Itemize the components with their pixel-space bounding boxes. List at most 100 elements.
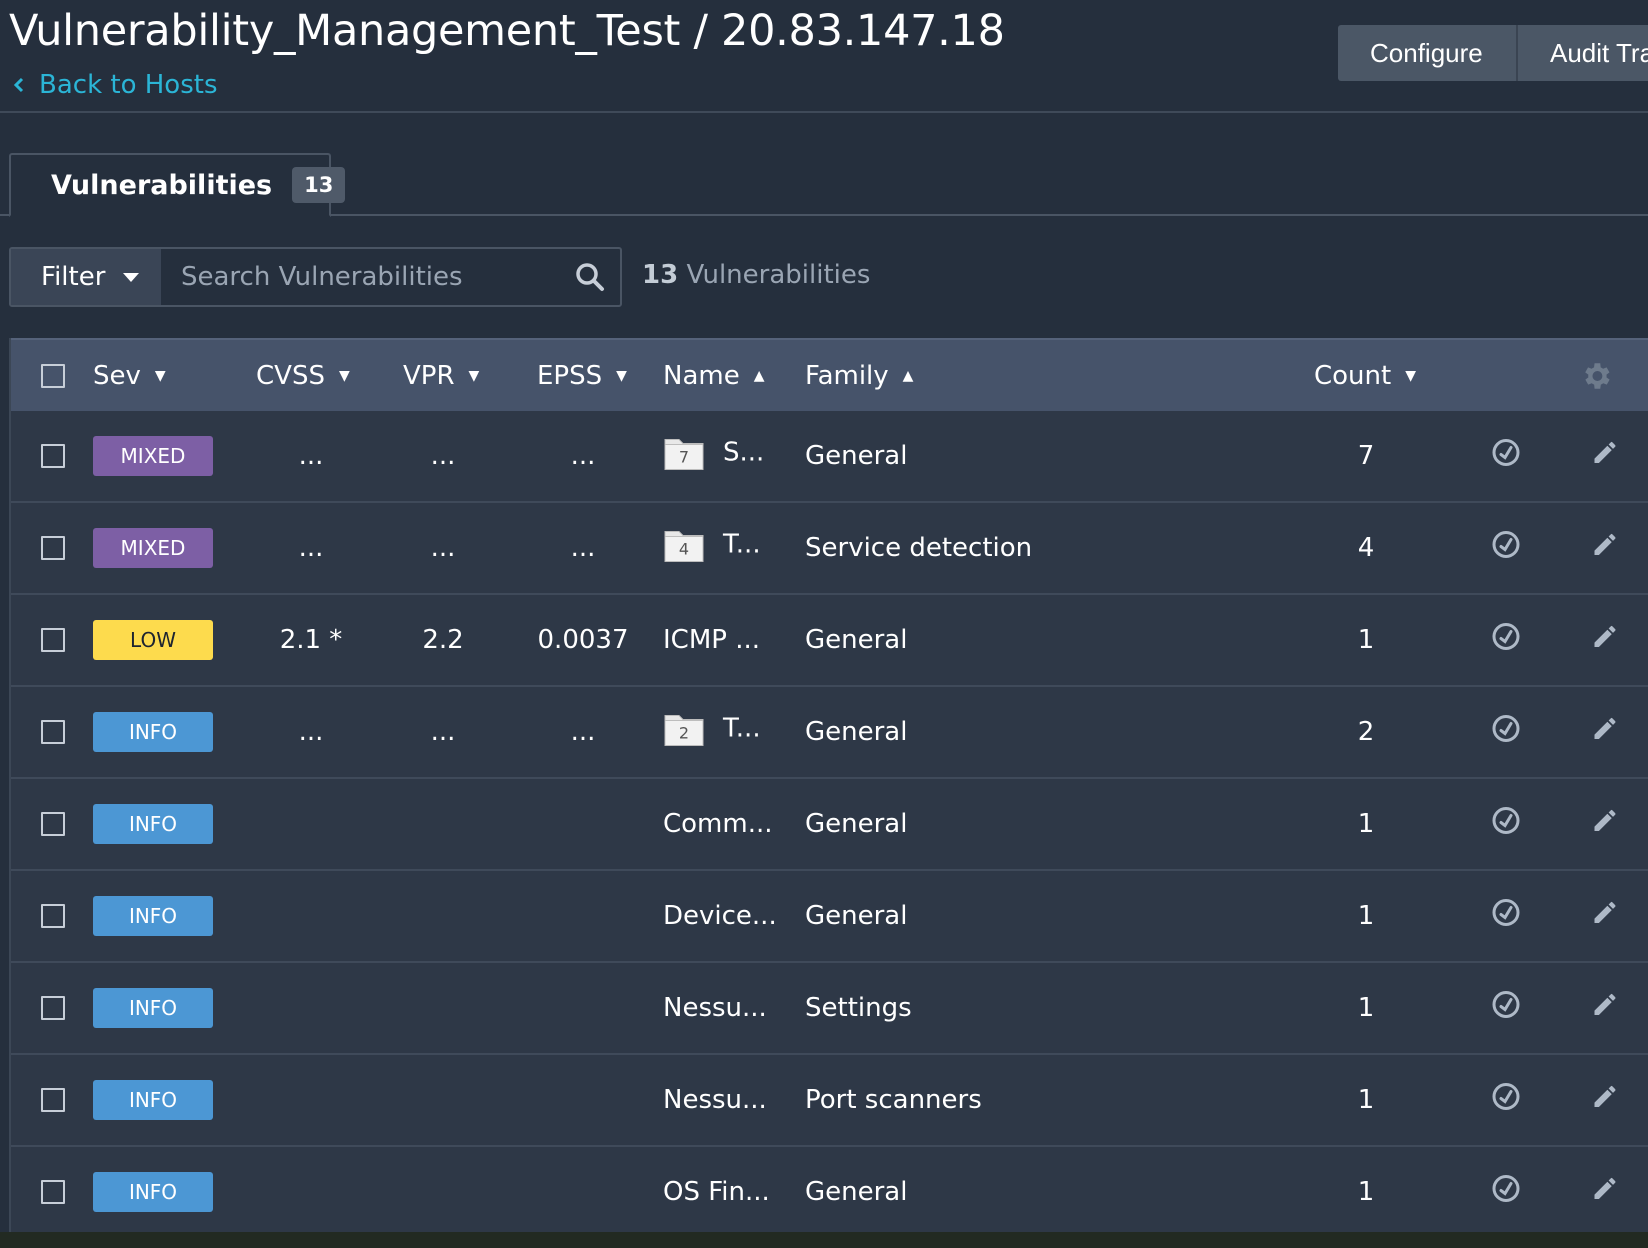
back-to-hosts-link[interactable]: Back to Hosts [11, 70, 218, 100]
family-value: Port scanners [805, 1085, 982, 1115]
severity-badge: MIXED [93, 436, 213, 476]
audit-trail-button[interactable]: Audit Trail [1518, 25, 1648, 81]
row-checkbox[interactable] [41, 812, 65, 836]
cvss-value: ... [298, 717, 324, 747]
name-cell: Comm... [663, 809, 773, 839]
vuln-name[interactable]: T... [723, 714, 761, 744]
edit-pencil-icon[interactable] [1591, 807, 1619, 842]
table-row[interactable]: INFO Nessu... Port scanners 1 [11, 1055, 1648, 1147]
family-value: General [805, 901, 908, 931]
count-value: 1 [1357, 625, 1375, 655]
edit-pencil-icon[interactable] [1591, 1175, 1619, 1210]
search-input[interactable] [161, 249, 560, 305]
column-header-family[interactable]: Family ▲ [805, 361, 913, 391]
edit-pencil-icon[interactable] [1591, 991, 1619, 1026]
cvss-value: 2.1 * [279, 625, 343, 655]
count-value: 1 [1357, 1177, 1375, 1207]
vuln-name[interactable]: Device... [663, 901, 777, 931]
row-checkbox[interactable] [41, 720, 65, 744]
name-cell: Nessu... [663, 1085, 767, 1115]
vuln-name[interactable]: Comm... [663, 809, 773, 839]
column-header-cvss[interactable]: CVSS ▼ [256, 361, 350, 391]
table-row[interactable]: LOW 2.1 * 2.2 0.0037 ICMP ... General 1 [11, 595, 1648, 687]
vuln-name[interactable]: Nessu... [663, 993, 767, 1023]
page-title: Vulnerability_Management_Test / 20.83.14… [9, 6, 1005, 56]
vuln-name[interactable]: T... [723, 530, 761, 560]
epss-value: 0.0037 [537, 625, 629, 655]
family-value: General [805, 809, 908, 839]
folder-icon[interactable]: 2 [663, 710, 705, 748]
count-value: 1 [1357, 993, 1375, 1023]
back-link-label: Back to Hosts [39, 70, 218, 100]
vuln-name[interactable]: S... [723, 438, 764, 468]
tab-vulnerabilities[interactable]: Vulnerabilities 13 [9, 153, 346, 217]
search-icon[interactable] [560, 249, 620, 305]
name-cell: Nessu... [663, 993, 767, 1023]
summary-label: Vulnerabilities [686, 260, 871, 290]
history-icon[interactable] [1491, 530, 1521, 567]
vuln-name[interactable]: ICMP ... [663, 625, 760, 655]
vuln-name[interactable]: Nessu... [663, 1085, 767, 1115]
sort-desc-icon: ▼ [468, 367, 480, 384]
history-icon[interactable] [1491, 1174, 1521, 1211]
folder-icon[interactable]: 7 [663, 434, 705, 472]
family-value: General [805, 1177, 908, 1207]
row-checkbox[interactable] [41, 1088, 65, 1112]
row-checkbox[interactable] [41, 996, 65, 1020]
column-header-vpr[interactable]: VPR ▼ [403, 361, 479, 391]
severity-badge: INFO [93, 712, 213, 752]
history-icon[interactable] [1491, 622, 1521, 659]
filter-dropdown-button[interactable]: Filter [11, 249, 161, 305]
history-icon[interactable] [1491, 1082, 1521, 1119]
row-checkbox[interactable] [41, 904, 65, 928]
vuln-name[interactable]: OS Fin... [663, 1177, 770, 1207]
sort-desc-icon: ▼ [338, 367, 350, 384]
history-icon[interactable] [1491, 438, 1521, 475]
count-value: 2 [1357, 717, 1375, 747]
row-checkbox[interactable] [41, 444, 65, 468]
vpr-value: ... [430, 441, 456, 471]
table-row[interactable]: MIXED ... ... ... 4 T... Service detecti… [11, 503, 1648, 595]
tab-count-badge: 13 [292, 167, 346, 203]
table-row[interactable]: INFO Nessu... Settings 1 [11, 963, 1648, 1055]
column-header-epss[interactable]: EPSS ▼ [537, 361, 627, 391]
column-header-sev[interactable]: Sev ▼ [93, 361, 166, 391]
folder-icon[interactable]: 4 [663, 526, 705, 564]
edit-pencil-icon[interactable] [1591, 899, 1619, 934]
vpr-value: ... [430, 717, 456, 747]
row-checkbox[interactable] [41, 1180, 65, 1204]
table-row[interactable]: INFO OS Fin... General 1 [11, 1147, 1648, 1239]
name-cell: ICMP ... [663, 625, 760, 655]
edit-pencil-icon[interactable] [1591, 623, 1619, 658]
table-row[interactable]: INFO Device... General 1 [11, 871, 1648, 963]
folder-count: 2 [678, 723, 690, 743]
table-row[interactable]: INFO ... ... ... 2 T... General 2 [11, 687, 1648, 779]
count-value: 1 [1357, 809, 1375, 839]
history-icon[interactable] [1491, 990, 1521, 1027]
severity-badge: INFO [93, 988, 213, 1028]
edit-pencil-icon[interactable] [1591, 531, 1619, 566]
history-icon[interactable] [1491, 806, 1521, 843]
column-header-count[interactable]: Count ▼ [1314, 361, 1416, 391]
select-all-checkbox[interactable] [41, 363, 65, 388]
row-checkbox[interactable] [41, 628, 65, 652]
edit-pencil-icon[interactable] [1591, 1083, 1619, 1118]
count-value: 1 [1357, 901, 1375, 931]
configure-button[interactable]: Configure [1338, 25, 1518, 81]
history-icon[interactable] [1491, 898, 1521, 935]
edit-pencil-icon[interactable] [1591, 439, 1619, 474]
row-checkbox[interactable] [41, 536, 65, 560]
table-row[interactable]: INFO Comm... General 1 [11, 779, 1648, 871]
gear-icon[interactable] [1579, 359, 1613, 393]
table-row[interactable]: MIXED ... ... ... 7 S... General 7 [11, 411, 1648, 503]
count-value: 1 [1357, 1085, 1375, 1115]
filter-label: Filter [41, 262, 106, 292]
sort-asc-icon: ▲ [753, 367, 765, 384]
header-divider [0, 111, 1648, 113]
history-icon[interactable] [1491, 714, 1521, 751]
edit-pencil-icon[interactable] [1591, 715, 1619, 750]
severity-badge: INFO [93, 804, 213, 844]
sort-desc-icon: ▼ [616, 367, 627, 384]
column-header-name[interactable]: Name ▲ [663, 361, 765, 391]
chevron-left-icon [13, 77, 24, 93]
